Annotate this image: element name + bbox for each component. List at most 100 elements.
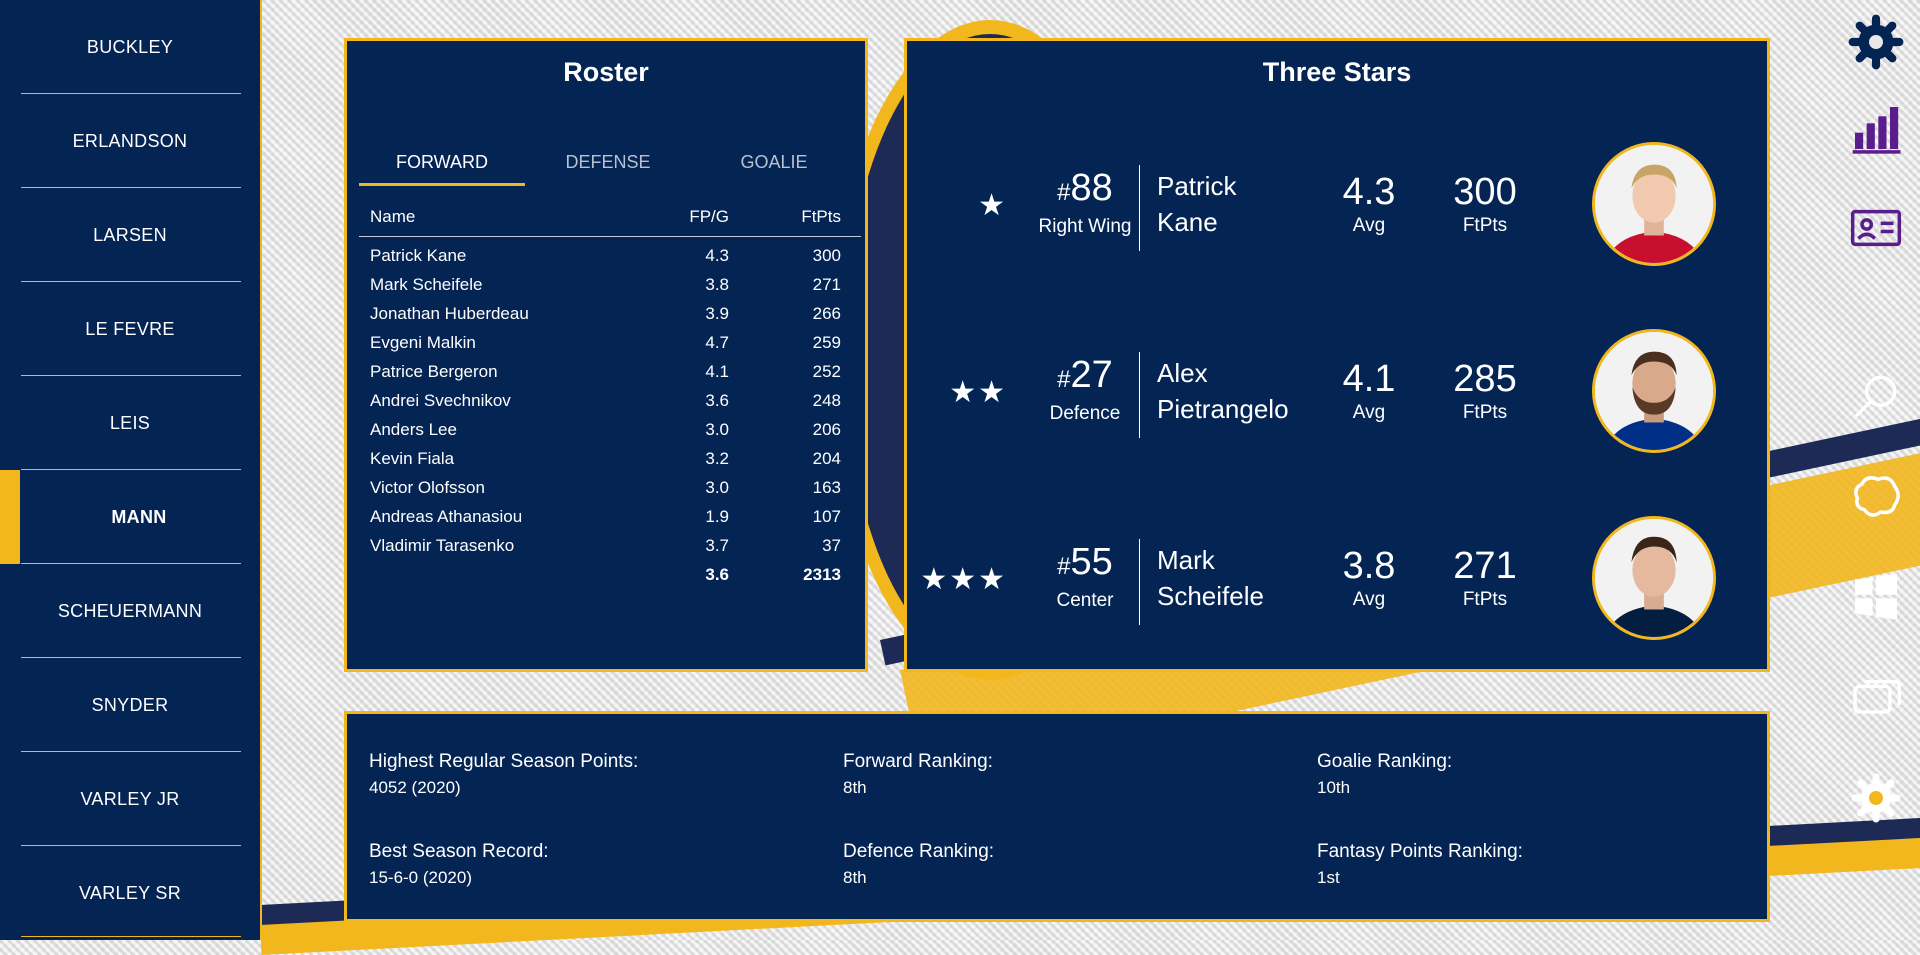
sidebar-item-label: ERLANDSON [72,130,188,151]
jersey-number: #55 [1025,540,1145,589]
table-row[interactable]: Kevin Fiala 3.2 204 [359,444,861,473]
total-fpg: 3.6 [705,565,729,584]
toggle-icon[interactable] [1848,670,1904,726]
stat-avg-value: 4.3 [1342,171,1396,213]
player-full-name: Patrick Kane [1157,168,1236,240]
stat-avg-label: Avg [1352,402,1386,423]
player-position: Defence [1049,403,1121,424]
sidebar-item-varley-jr[interactable]: VARLEY JR [0,752,260,846]
sidebar-item-buckley[interactable]: BUCKLEY [0,0,260,94]
player-fpg: 3.2 [705,449,729,468]
player-name: Andreas Athanasiou [370,507,523,526]
id-card-icon[interactable] [1848,200,1904,256]
stat-avg-label: Avg [1352,215,1386,236]
sidebar-item-label: LARSEN [93,224,167,245]
column-header-fpg[interactable]: FP/G [689,207,729,227]
player-name: Patrice Bergeron [370,362,498,381]
windows-icon[interactable] [1848,568,1904,624]
team-summary-panel: Highest Regular Season Points: 4052 (202… [344,711,1770,922]
table-row[interactable]: Victor Olofsson 3.0 163 [359,473,861,502]
column-header-ftpts[interactable]: FtPts [801,207,841,227]
stat-avg-label: Avg [1352,589,1386,610]
player-position: Right Wing [1038,216,1132,237]
bar-chart-icon[interactable] [1848,100,1904,156]
brain-icon[interactable] [1848,470,1904,526]
stat-avg: 4.1 Avg [1319,357,1419,425]
sidebar-item-varley-sr[interactable]: VARLEY SR [0,846,260,940]
star-player-card[interactable]: ★★★ #55 Center Mark Scheifele 3.8 Avg 27… [907,512,1767,652]
three-stars-panel: Three Stars ★ #88 Right Wing Patrick Kan… [904,38,1770,672]
divider [1139,165,1140,251]
jersey-hash: # [1057,553,1071,580]
player-avatar [1592,516,1716,640]
sidebar-item-erlandson[interactable]: ERLANDSON [0,94,260,188]
player-ftpts: 300 [812,246,841,265]
table-total-row: 3.6 2313 [359,560,861,589]
divider [1139,539,1140,625]
table-row[interactable]: Jonathan Huberdeau 3.9 266 [359,299,861,328]
gear-icon[interactable] [1848,770,1904,826]
table-row[interactable]: Andrei Svechnikov 3.6 248 [359,386,861,415]
player-last-name: Pietrangelo [1157,394,1289,424]
sidebar-item-label: BUCKLEY [86,36,174,57]
table-row[interactable]: Evgeni Malkin 4.7 259 [359,328,861,357]
table-row[interactable]: Andreas Athanasiou 1.9 107 [359,502,861,531]
star-player-card[interactable]: ★ #88 Right Wing Patrick Kane 4.3 Avg 30… [907,138,1767,278]
player-name: Kevin Fiala [370,449,455,468]
jersey-number: #27 [1025,353,1145,402]
table-row[interactable]: Vladimir Tarasenko 3.7 37 [359,531,861,560]
table-row[interactable]: Anders Lee 3.0 206 [359,415,861,444]
summary-label: Best Season Record: [369,841,549,862]
summary-value: 15-6-0 (2020) [369,868,473,887]
star-rating-icon: ★ [978,189,1007,222]
stat-ftpts: 285 FtPts [1435,357,1535,425]
stat-ftpts-label: FtPts [1462,402,1508,423]
sidebar-item-snyder[interactable]: SNYDER [0,658,260,752]
player-photo-icon [1595,519,1713,637]
sidebar-item-scheuermann[interactable]: SCHEUERMANN [0,564,260,658]
sidebar-item-le-fevre[interactable]: LE FEVRE [0,282,260,376]
sidebar-item-mann[interactable]: MANN [0,470,260,564]
stat-avg-value: 3.8 [1342,545,1396,587]
star-player-card[interactable]: ★★ #27 Defence Alex Pietrangelo 4.1 Avg … [907,325,1767,465]
player-fpg: 4.7 [705,333,729,352]
sidebar-item-leis[interactable]: LEIS [0,376,260,470]
stat-avg-value: 4.1 [1342,358,1396,400]
table-row[interactable]: Patrick Kane 4.3 300 [359,241,861,270]
player-fpg: 1.9 [705,507,729,526]
player-fpg: 4.3 [705,246,729,265]
sidebar-item-larsen[interactable]: LARSEN [0,188,260,282]
summary-fantasy-ranking: Fantasy Points Ranking: 1st [1317,840,1777,890]
tab-forward[interactable]: FORWARD [359,140,525,186]
settings-icon[interactable] [1848,14,1904,70]
stat-ftpts-label: FtPts [1462,589,1508,610]
sidebar-item-label: LEIS [109,412,151,433]
column-header-name[interactable]: Name [370,207,415,227]
summary-label: Defence Ranking: [843,841,995,862]
summary-defence-ranking: Defence Ranking: 8th [843,840,1303,890]
tab-goalie[interactable]: GOALIE [691,140,857,186]
summary-value: 8th [843,778,867,797]
table-row[interactable]: Patrice Bergeron 4.1 252 [359,357,861,386]
sidebar-item-label: VARLEY JR [80,788,180,809]
search-icon[interactable] [1848,368,1904,424]
player-photo-icon [1595,332,1713,450]
sidebar-item-label: SCHEUERMANN [57,600,203,621]
star-rating-icon: ★★★ [920,563,1007,596]
player-ftpts: 163 [812,478,841,497]
summary-label: Highest Regular Season Points: [369,751,639,772]
table-row[interactable]: Mark Scheifele 3.8 271 [359,270,861,299]
jersey-number-value: 88 [1070,167,1113,209]
player-first-name: Mark [1157,545,1215,575]
tab-defense[interactable]: DEFENSE [525,140,691,186]
summary-highest-points: Highest Regular Season Points: 4052 (202… [369,750,829,800]
summary-label: Forward Ranking: [843,751,993,772]
summary-label: Fantasy Points Ranking: [1317,841,1523,862]
summary-value: 10th [1317,778,1351,797]
player-fpg: 4.1 [705,362,729,381]
player-name: Andrei Svechnikov [370,391,511,410]
team-sidebar: BUCKLEY ERLANDSON LARSEN LE FEVRE LEIS M… [0,0,262,940]
summary-goalie-ranking: Goalie Ranking: 10th [1317,750,1777,800]
stat-ftpts-label: FtPts [1462,215,1508,236]
sidebar-item-label: VARLEY SR [78,882,182,903]
